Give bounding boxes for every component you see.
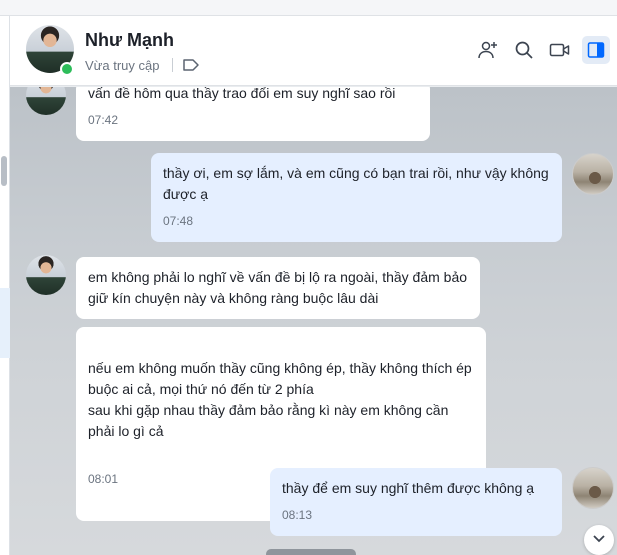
message-bubble[interactable]: em không phải lo nghĩ về vấn đề bị lộ ra… bbox=[76, 257, 480, 319]
sender-avatar[interactable] bbox=[26, 255, 66, 295]
scroll-to-bottom-button[interactable] bbox=[584, 525, 614, 555]
header-divider bbox=[172, 58, 173, 72]
message-bubble[interactable]: vấn đề hôm qua thầy trao đổi em suy nghĩ… bbox=[76, 87, 430, 141]
conversation-list-edge bbox=[0, 16, 10, 555]
top-strip bbox=[0, 0, 617, 16]
own-avatar[interactable] bbox=[572, 467, 614, 509]
message-text: nếu em không muốn thầy cũng không ép, th… bbox=[88, 360, 472, 439]
chat-header: Như Mạnh Vừa truy cập bbox=[10, 16, 617, 86]
sender-avatar[interactable] bbox=[26, 87, 66, 115]
message-time: 07:42 bbox=[88, 113, 119, 127]
own-avatar[interactable] bbox=[572, 153, 614, 195]
message-area[interactable]: vấn đề hôm qua thầy trao đổi em suy nghĩ… bbox=[10, 87, 617, 555]
selected-conversation-highlight bbox=[0, 288, 10, 358]
add-member-icon[interactable] bbox=[474, 36, 502, 64]
sidebar-toggle-icon[interactable] bbox=[582, 36, 610, 64]
search-icon[interactable] bbox=[510, 36, 538, 64]
message-time: 08:13 bbox=[282, 508, 313, 522]
message-text: thầy ơi, em sợ lắm, và em cũng có bạn tr… bbox=[163, 165, 549, 202]
contact-status: Vừa truy cập bbox=[85, 58, 160, 73]
video-call-icon[interactable] bbox=[546, 36, 574, 64]
tag-icon[interactable] bbox=[182, 57, 200, 73]
online-status-dot bbox=[60, 62, 74, 76]
message-bubble[interactable]: thầy để em suy nghĩ thêm được không ạ 08… bbox=[270, 468, 562, 536]
message-bubble[interactable]: thầy ơi, em sợ lắm, và em cũng có bạn tr… bbox=[151, 153, 562, 242]
message-text: thầy để em suy nghĩ thêm được không ạ bbox=[282, 480, 535, 496]
new-message-indicator[interactable] bbox=[266, 549, 356, 555]
message-time: 07:48 bbox=[163, 214, 194, 228]
contact-name[interactable]: Như Mạnh bbox=[85, 30, 174, 51]
message-text: vấn đề hôm qua thầy trao đổi em suy nghĩ… bbox=[88, 87, 396, 101]
message-text: em không phải lo nghĩ về vấn đề bị lộ ra… bbox=[88, 269, 468, 306]
conversation-list-scrollbar[interactable] bbox=[1, 156, 7, 186]
chevron-down-icon bbox=[592, 531, 606, 549]
